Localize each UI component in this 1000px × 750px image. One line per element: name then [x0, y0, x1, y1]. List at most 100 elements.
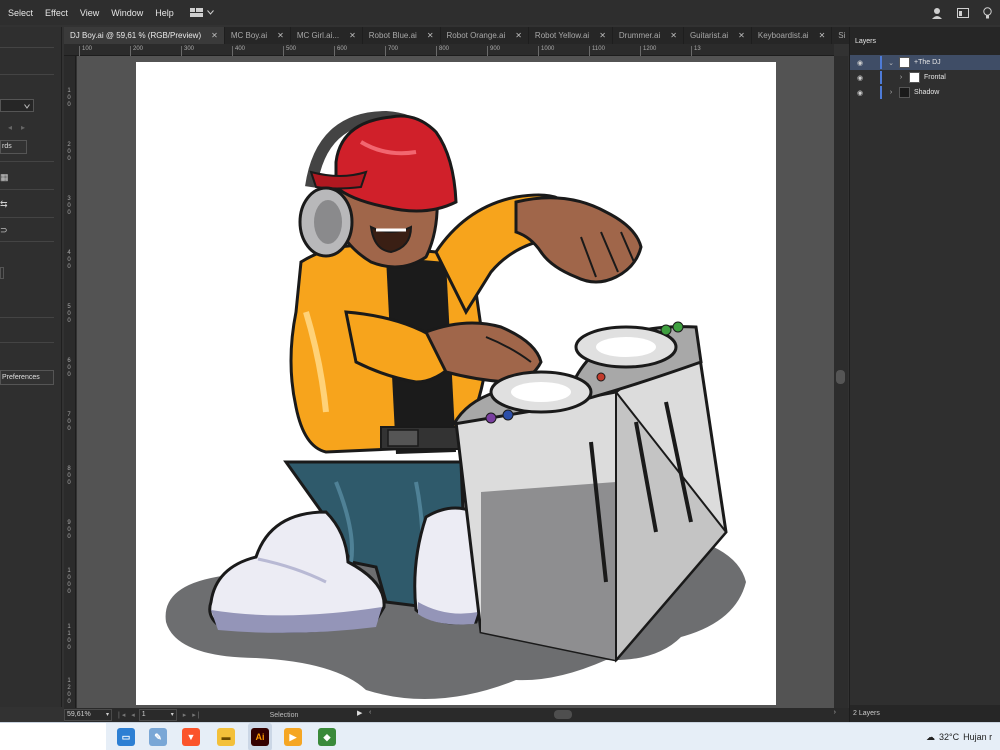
workspace-switcher[interactable]: [189, 8, 214, 17]
tab-robot-blue[interactable]: Robot Blue.ai ✕: [363, 27, 441, 44]
preferences-button[interactable]: Preferences: [0, 370, 54, 385]
close-icon[interactable]: ✕: [427, 31, 434, 40]
ruler-label: 400: [232, 46, 245, 56]
canvas-area[interactable]: [77, 56, 834, 708]
chevron-down-icon: [206, 10, 214, 15]
close-icon[interactable]: ✕: [211, 31, 218, 40]
temperature: 32°C: [939, 732, 960, 742]
scroll-right-icon[interactable]: ›: [834, 709, 836, 716]
artboard-nav-arrows[interactable]: ◂▸: [8, 123, 34, 132]
weather-widget[interactable]: ☁ 32°C Hujan r: [926, 723, 992, 750]
layer-row-frontal[interactable]: ◉ › Frontal: [850, 70, 1000, 85]
layer-color-bar: [880, 71, 882, 84]
tab-robot-yellow[interactable]: Robot Yellow.ai ✕: [529, 27, 613, 44]
vertical-scrollbar[interactable]: [834, 56, 848, 708]
layer-thumbnail: [899, 57, 910, 68]
ruler-label: 900: [487, 46, 500, 56]
layer-row-shadow[interactable]: ◉ › Shadow: [850, 85, 1000, 100]
eye-icon[interactable]: ◉: [853, 89, 867, 97]
close-icon[interactable]: ✕: [515, 31, 522, 40]
arrange-panels-icon[interactable]: [957, 7, 969, 18]
taskbar-search[interactable]: [0, 723, 106, 750]
layers-panel: Layers ◉ ⌄ +The DJ ◉ › Frontal ◉ › Shado…: [849, 27, 1000, 722]
illustrator-window: Select Effect View Window Help DJ Boy.ai…: [0, 0, 1000, 750]
media-player-icon[interactable]: ▶: [284, 728, 302, 746]
ruler-label: 800: [436, 46, 449, 56]
close-icon[interactable]: ✕: [738, 31, 745, 40]
properties-dropdown[interactable]: [0, 99, 34, 112]
menu-select[interactable]: Select: [0, 8, 39, 18]
close-icon[interactable]: ✕: [277, 31, 284, 40]
artboards-button[interactable]: rds: [0, 140, 27, 154]
menu-view[interactable]: View: [74, 8, 105, 18]
pen-tablet-icon[interactable]: ✎: [149, 728, 167, 746]
menu-help[interactable]: Help: [149, 8, 180, 18]
ruler-label: 1 0 0: [67, 88, 71, 108]
file-explorer-icon[interactable]: ▭: [117, 728, 135, 746]
scrollbar-thumb[interactable]: [836, 370, 845, 384]
tab-label: Robot Yellow.ai: [534, 31, 590, 40]
divider: [0, 74, 54, 75]
chevron-right-icon[interactable]: ›: [896, 74, 906, 81]
next-last-artboard-icon[interactable]: ▸ ▸|: [183, 711, 202, 719]
chevron-down-icon[interactable]: ⌄: [886, 59, 896, 67]
artboard[interactable]: [136, 62, 776, 705]
brave-browser-icon[interactable]: ▼: [182, 728, 200, 746]
dj-boy-illustration[interactable]: [136, 62, 776, 705]
first-previous-artboard-icon[interactable]: |◂ ◂: [118, 711, 137, 719]
tab-drummer[interactable]: Drummer.ai ✕: [613, 27, 684, 44]
close-icon[interactable]: ✕: [349, 31, 356, 40]
close-icon[interactable]: ✕: [670, 31, 677, 40]
layer-name: +The DJ: [914, 59, 941, 66]
account-icon[interactable]: [931, 7, 943, 19]
artboard-number-field[interactable]: 1 ▾: [138, 709, 177, 721]
align-icon[interactable]: ⇆: [0, 199, 12, 210]
layer-row-the-dj[interactable]: ◉ ⌄ +The DJ: [850, 55, 1000, 70]
scrollbar-thumb[interactable]: [554, 710, 572, 719]
tab-guitarist[interactable]: Guitarist.ai ✕: [684, 27, 752, 44]
layers-tab[interactable]: Layers: [850, 27, 1000, 55]
tab-mc-girl[interactable]: MC Girl.ai... ✕: [291, 27, 363, 44]
ruler-label: 5 0 0: [67, 304, 71, 324]
properties-panel: ◂▸ rds ▦ ⇆ ⊃ Preferences: [0, 27, 62, 707]
current-tool-label: Selection: [269, 711, 299, 719]
chevron-down-icon: [24, 104, 30, 109]
tab-mc-boy[interactable]: MC Boy.ai ✕: [225, 27, 291, 44]
illustrator-icon[interactable]: Ai: [251, 728, 269, 746]
menu-window[interactable]: Window: [105, 8, 149, 18]
close-icon[interactable]: ✕: [819, 31, 826, 40]
tab-robot-orange[interactable]: Robot Orange.ai ✕: [441, 27, 529, 44]
divider: [0, 47, 54, 48]
zoom-field[interactable]: 59,61% ▾: [64, 709, 112, 721]
transparency-grid-icon[interactable]: ▦: [0, 172, 12, 183]
menu-bar: Select Effect View Window Help: [0, 0, 1000, 25]
tab-label: Keyboardist.ai: [757, 31, 809, 40]
taskbar: ▭ ✎ ▼ ▬ Ai ▶ ◆ ☁ 32°C Hujan r: [0, 722, 1000, 750]
chevron-right-icon[interactable]: ›: [886, 89, 896, 96]
ruler-label: 2 0 0: [67, 142, 71, 162]
horizontal-scrollbar[interactable]: ▶ ‹ ›: [357, 709, 836, 719]
tab-label: Si: [838, 31, 846, 40]
panel-title: Layers: [855, 37, 877, 45]
close-icon[interactable]: ✕: [599, 31, 606, 40]
lightbulb-icon[interactable]: [983, 6, 992, 19]
eye-icon[interactable]: ◉: [853, 59, 867, 67]
value-field[interactable]: [0, 267, 4, 279]
ruler-label: 1000: [538, 46, 554, 56]
folder-icon[interactable]: ▬: [217, 728, 235, 746]
ruler-label: 600: [334, 46, 347, 56]
tab-keyboardist[interactable]: Keyboardist.ai ✕: [752, 27, 833, 44]
link-icon[interactable]: ⊃: [0, 225, 12, 236]
eye-icon[interactable]: ◉: [853, 74, 867, 82]
ruler-label: 100: [79, 46, 92, 56]
play-icon[interactable]: ▶: [357, 709, 362, 717]
artboard-number: 1: [141, 711, 146, 718]
document-tabs: DJ Boy.ai @ 59,61 % (RGB/Preview) ✕ MC Bo…: [64, 27, 873, 44]
ruler-label: 1 0 0 0: [67, 568, 71, 595]
tab-dj-boy[interactable]: DJ Boy.ai @ 59,61 % (RGB/Preview) ✕: [64, 27, 225, 44]
ruler-label: 9 0 0: [67, 520, 71, 540]
scroll-left-icon[interactable]: ‹: [369, 709, 371, 716]
network-icon[interactable]: ◆: [318, 728, 336, 746]
menu-effect[interactable]: Effect: [39, 8, 74, 18]
layers-count: 2 Layers: [850, 705, 1000, 722]
